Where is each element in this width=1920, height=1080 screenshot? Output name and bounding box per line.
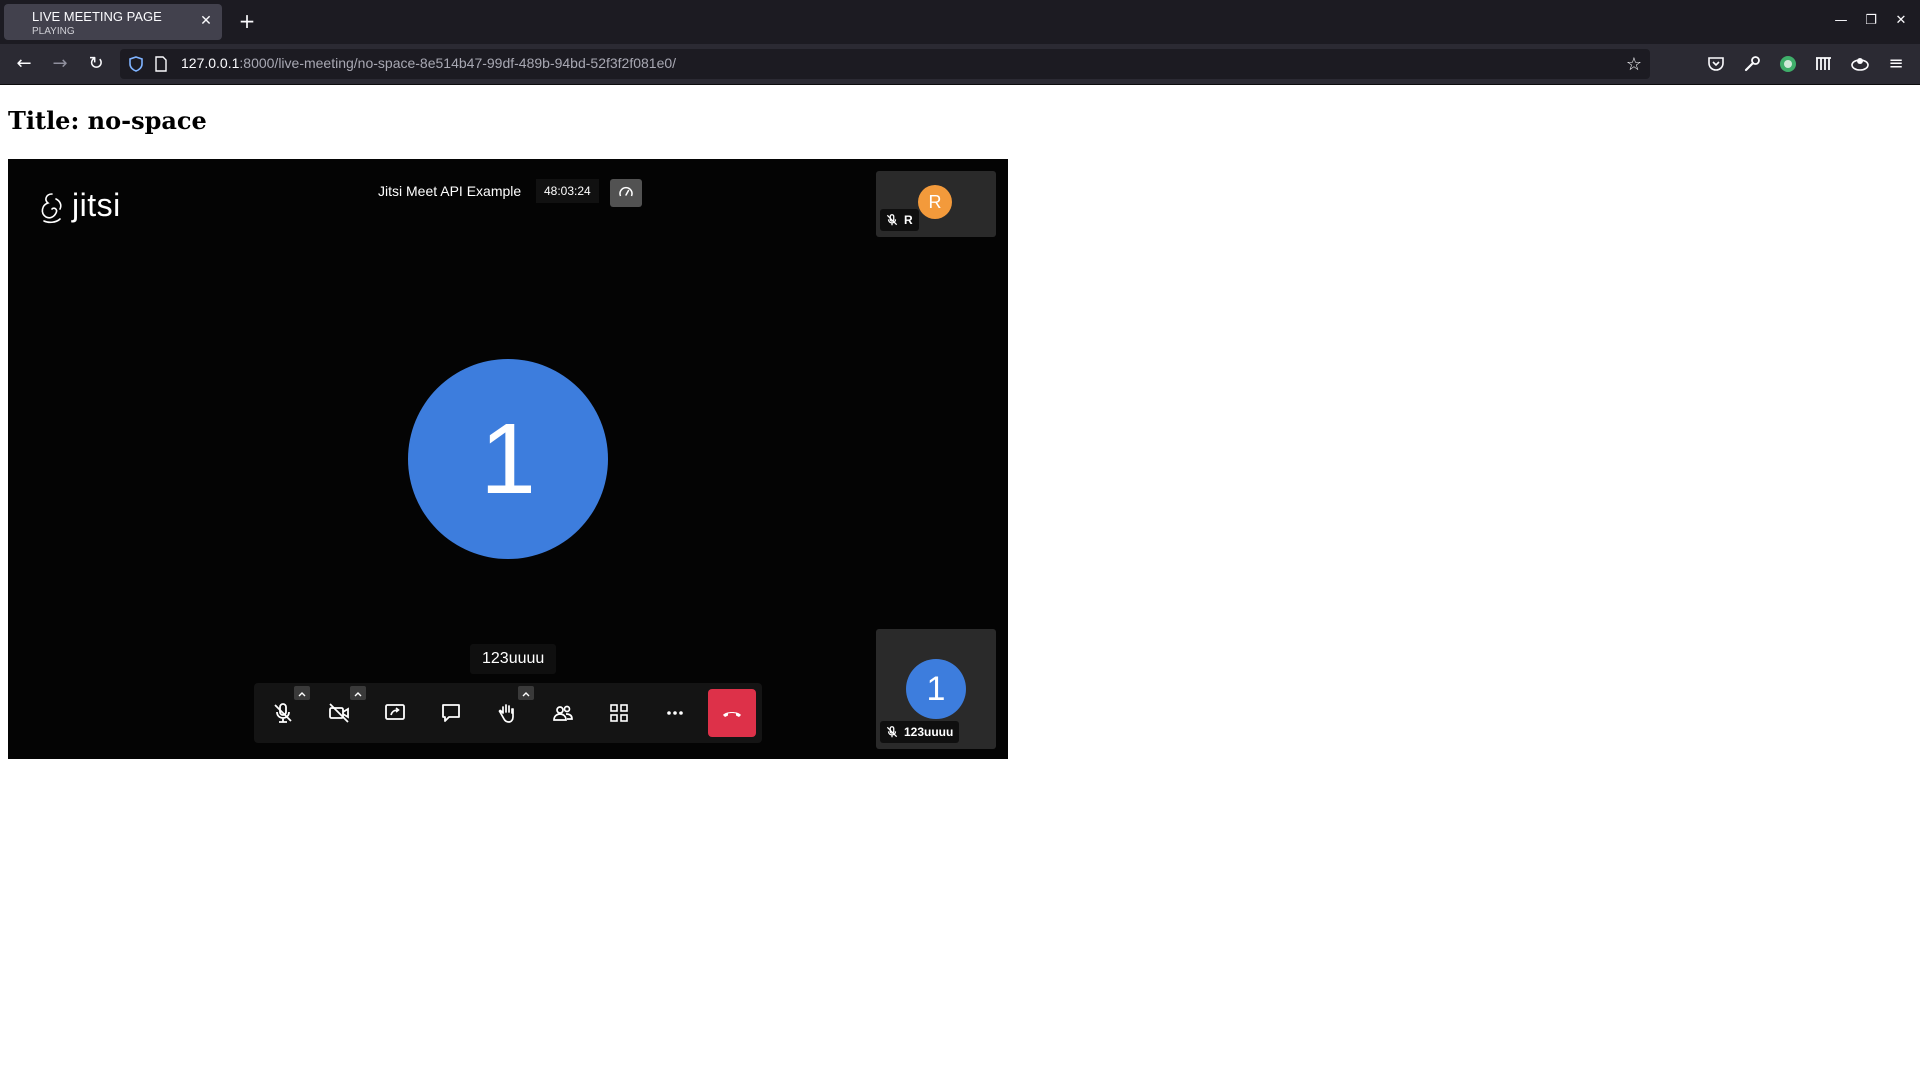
speedometer-icon [619,186,633,197]
participant-thumbnail[interactable]: R R [876,171,996,237]
jitsi-logo-icon [41,193,62,224]
page-title: Title: no-space [8,106,207,135]
reactions-menu-arrow[interactable] [518,686,534,700]
pocket-icon[interactable] [1704,52,1728,76]
grid-icon [610,704,628,722]
meeting-frame[interactable]: jitsi Jitsi Meet API Example 48:03:24 1 … [8,159,1008,759]
browser-tab-bar: LIVE MEETING PAGE PLAYING ✕ + — ❐ ✕ [0,0,1920,44]
participant-name: R [904,213,913,227]
wrench-icon[interactable] [1740,52,1764,76]
minimize-icon[interactable]: — [1832,12,1850,30]
tab-title: LIVE MEETING PAGE [32,9,162,24]
page-icon [155,56,167,72]
account-icon[interactable] [1848,52,1872,76]
participant-avatar: 1 [906,659,966,719]
menu-icon[interactable]: ≡ [1884,52,1908,76]
hand-icon [498,704,514,723]
hangup-button[interactable] [708,689,756,737]
extension-icon[interactable] [1776,52,1800,76]
screen-share-icon [385,704,405,720]
mic-off-icon [886,726,898,738]
meeting-toolbar [254,683,762,743]
library-icon[interactable] [1812,52,1836,76]
hangup-icon [723,712,741,717]
participants-icon [553,705,573,721]
camera-off-icon [329,703,349,723]
restore-icon[interactable]: ❐ [1862,12,1880,30]
meeting-subject: Jitsi Meet API Example [366,176,534,206]
url-text[interactable]: 127.0.0.1:8000/live-meeting/no-space-8e5… [181,55,676,71]
chevron-up-icon [298,692,306,697]
reload-icon[interactable]: ↻ [84,52,108,76]
participant-label: R [880,209,919,231]
connection-stats-button[interactable] [610,179,642,207]
jitsi-logo[interactable]: jitsi [38,187,128,227]
camera-menu-arrow[interactable] [350,686,366,700]
new-tab-button[interactable]: + [236,10,258,32]
more-actions-button[interactable] [652,689,698,737]
tile-view-button[interactable] [596,689,642,737]
mic-off-icon [886,214,898,226]
chat-icon [442,704,460,722]
tab-subtitle: PLAYING [32,26,75,37]
chat-button[interactable] [428,689,474,737]
forward-arrow-icon[interactable]: → [48,52,72,76]
screen-share-button[interactable] [372,689,418,737]
participants-button[interactable] [540,689,586,737]
microphone-menu-arrow[interactable] [294,686,310,700]
dominant-speaker-avatar: 1 [408,359,608,559]
participant-avatar: R [918,185,952,219]
meeting-timer: 48:03:24 [536,179,599,203]
dominant-speaker-name: 123uuuu [470,644,557,674]
url-bar[interactable]: 127.0.0.1:8000/live-meeting/no-space-8e5… [120,49,1650,79]
bookmark-star-icon[interactable]: ☆ [1626,54,1642,75]
participant-label: 123uuuu [880,721,960,743]
browser-tab[interactable]: LIVE MEETING PAGE PLAYING ✕ [4,4,222,40]
participant-name: 123uuuu [904,725,954,739]
window-close-icon[interactable]: ✕ [1892,12,1910,30]
chevron-up-icon [522,692,530,697]
back-arrow-icon[interactable]: ← [12,52,36,76]
logo-text: jitsi [72,187,121,223]
mic-off-icon [274,703,292,723]
shield-icon[interactable] [128,56,144,72]
close-icon[interactable]: ✕ [198,13,214,29]
participant-thumbnail[interactable]: 1 123uuuu [876,629,996,749]
more-icon [667,711,683,715]
chevron-up-icon [354,692,362,697]
browser-nav-bar: ← → ↻ 127.0.0.1:8000/live-meeting/no-spa… [0,44,1920,85]
